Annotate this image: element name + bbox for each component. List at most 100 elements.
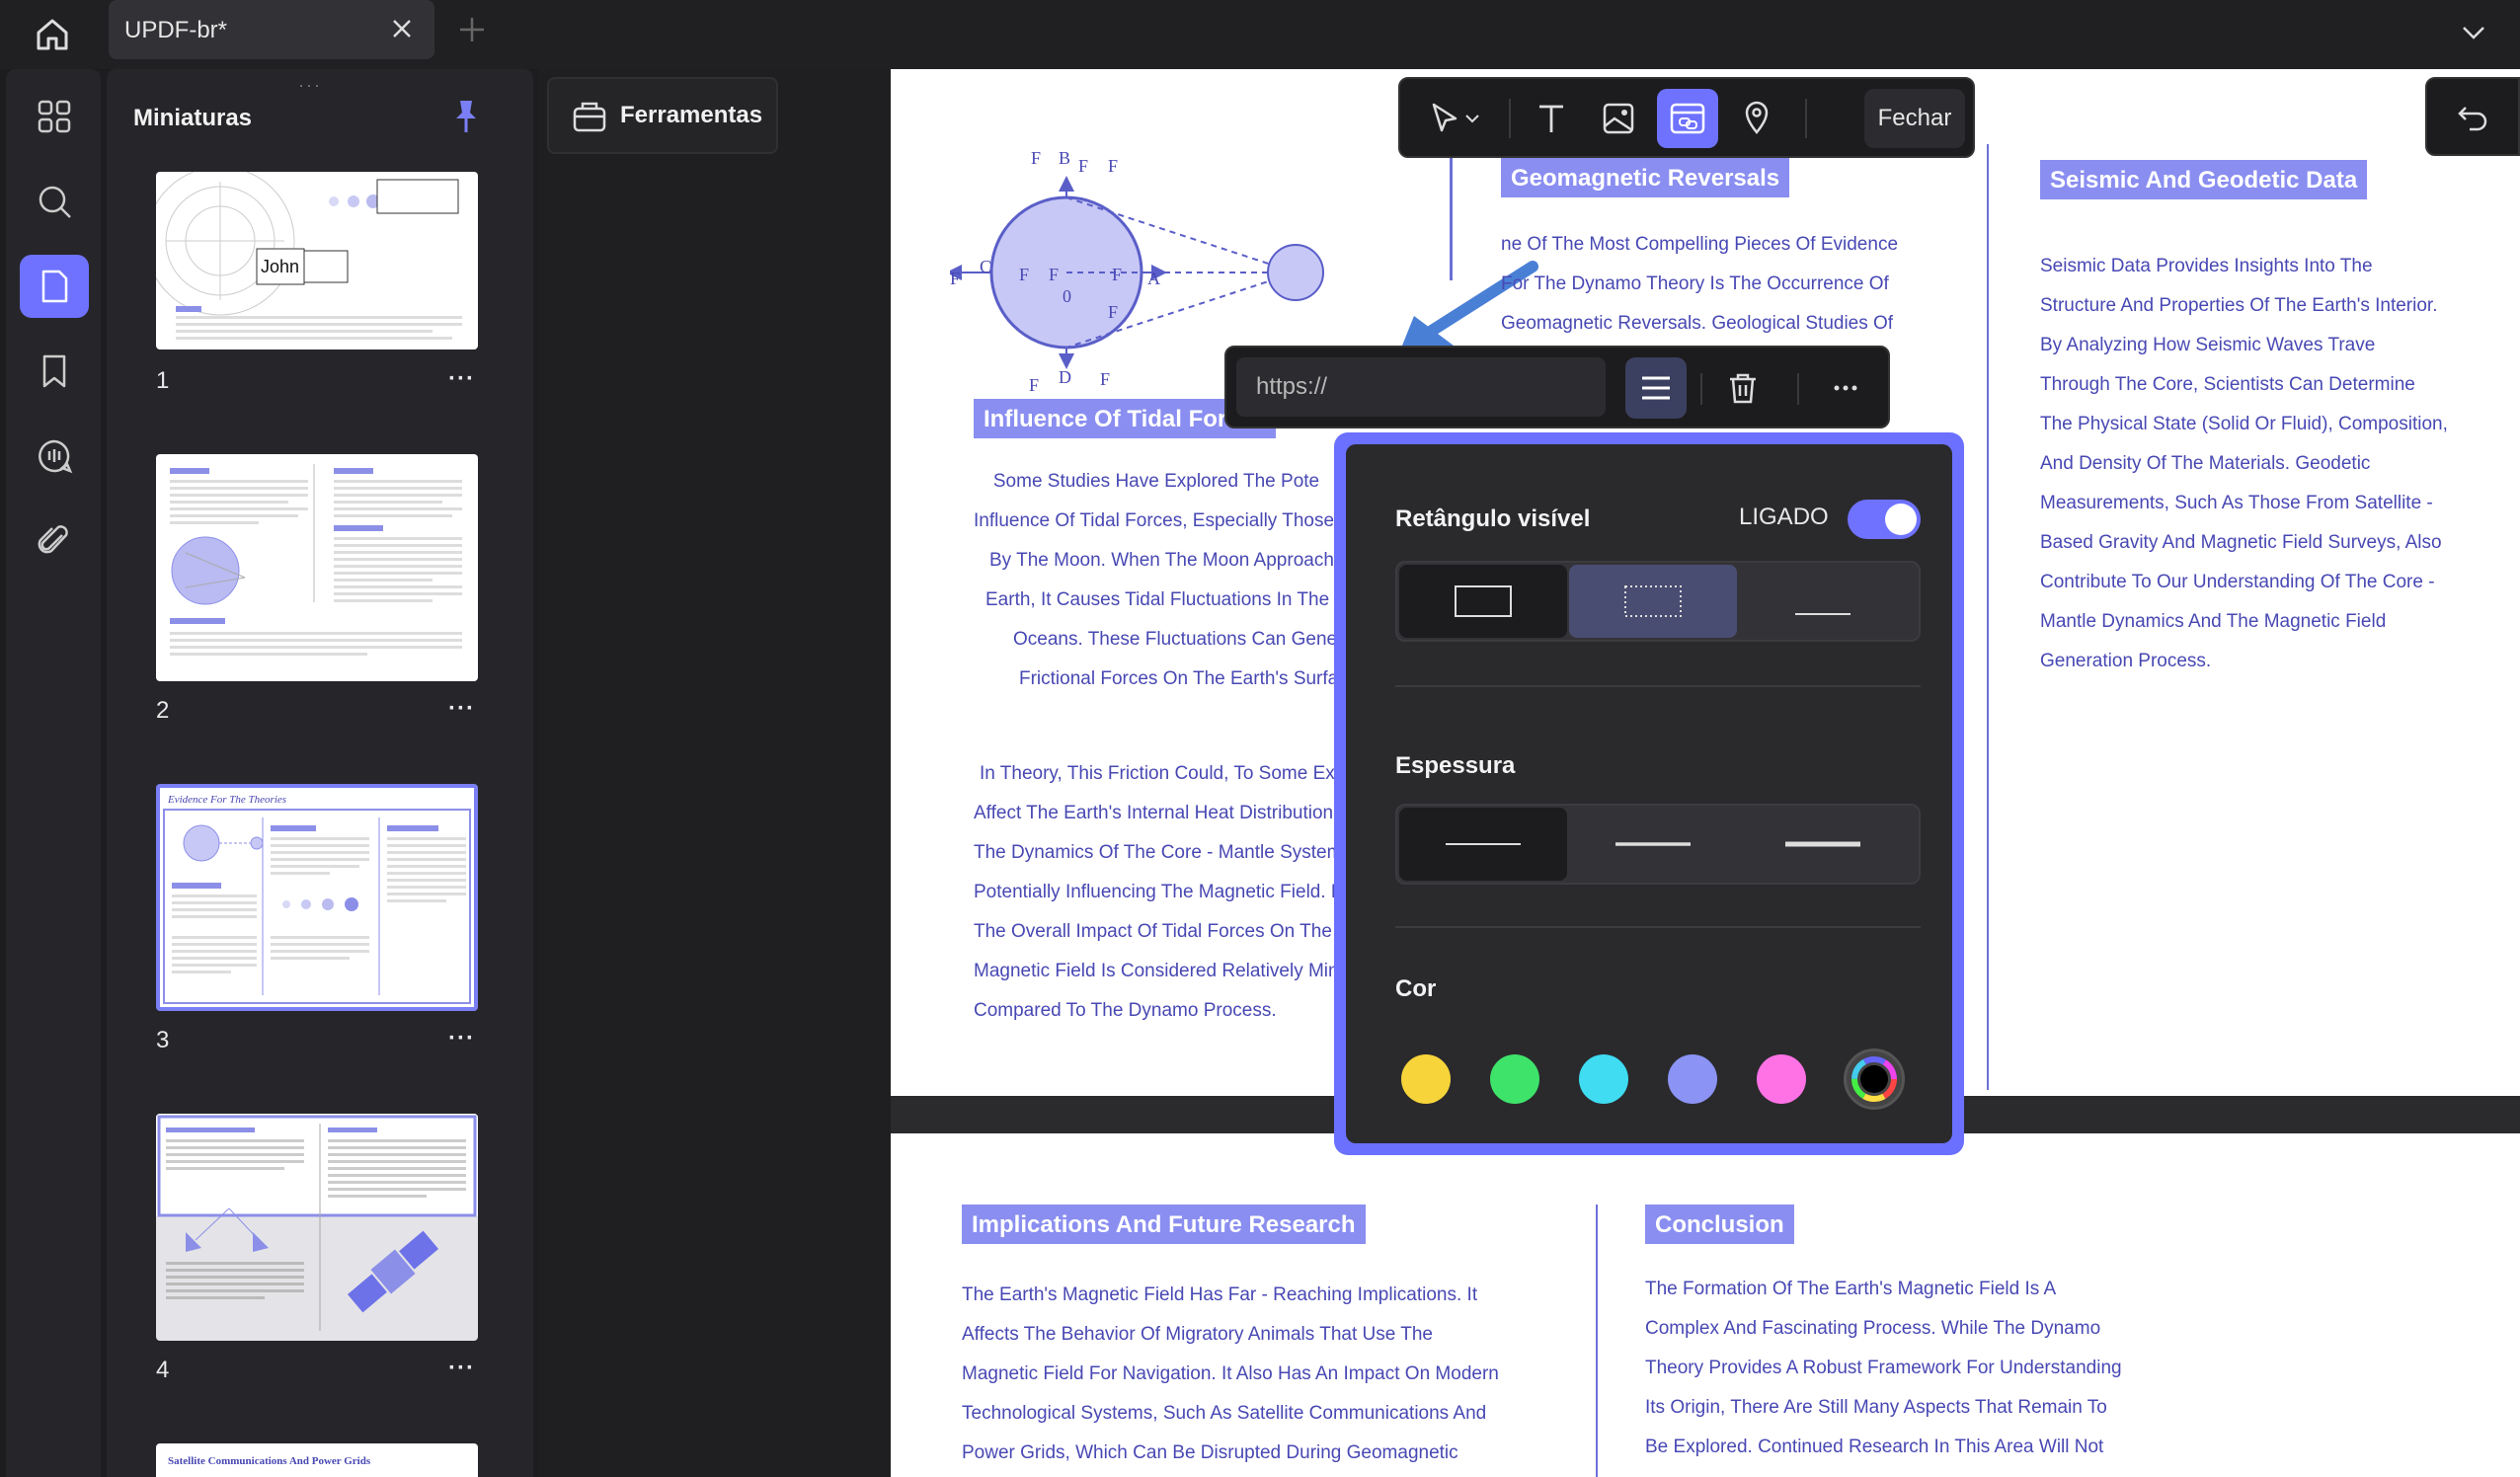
color-swatch-green[interactable] (1490, 1054, 1539, 1104)
thickness-thin-option[interactable] (1399, 808, 1567, 881)
diagram-label: F (1049, 265, 1059, 284)
link-style-popover: Retângulo visível LIGADO Espessura Cor (1334, 432, 1964, 1155)
text-line: ne Of The Most Compelling Pieces Of Evid… (1501, 234, 1899, 255)
diagram-label: D (1059, 367, 1071, 387)
text-line: By Analyzing How Seismic Waves Trave (2040, 335, 2376, 355)
image-icon (1603, 103, 1634, 134)
thumbnail-more-button[interactable]: ··· (448, 365, 475, 393)
document-tab[interactable]: UPDF-br* (109, 0, 434, 59)
toggle-state-label: LIGADO (1739, 504, 1829, 530)
section-heading: Conclusion (1645, 1205, 1794, 1244)
more-options-button[interactable] (1815, 357, 1876, 419)
thickness-medium-option[interactable] (1569, 808, 1737, 881)
section-heading: Geomagnetic Reversals (1501, 158, 1790, 197)
border-dashed-option[interactable] (1569, 565, 1737, 638)
text-line: The Physical State (Solid Or Fluid), Com… (2040, 414, 2448, 434)
color-swatch-cyan[interactable] (1579, 1054, 1628, 1104)
tools-label: Ferramentas (620, 102, 763, 128)
color-swatch-lavender[interactable] (1668, 1054, 1717, 1104)
tab-title: UPDF-br* (124, 17, 228, 43)
thumbnail-more-button[interactable]: ··· (448, 1025, 475, 1052)
undo-button[interactable] (2425, 77, 2520, 156)
border-solid-option[interactable] (1399, 565, 1567, 638)
sidebar-item-comments[interactable] (20, 425, 89, 488)
select-tool-button[interactable] (1412, 89, 1497, 148)
menu-lines-icon (1642, 376, 1670, 400)
divider (1395, 926, 1921, 928)
page-thumbnail-4[interactable] (156, 1114, 478, 1341)
text-line: Geomagnetic Reversals. Geological Studie… (1501, 313, 1894, 334)
comment-icon (39, 439, 73, 474)
thumbnail-header: Satellite Communications And Power Grids (168, 1455, 371, 1467)
properties-toggle-button[interactable] (1625, 357, 1687, 419)
visible-rect-toggle[interactable] (1848, 500, 1921, 539)
page-thumbnail-5[interactable]: Satellite Communications And Power Grids (156, 1443, 478, 1477)
location-link-button[interactable] (1726, 89, 1787, 148)
pdf-page: Implications And Future Research The Ear… (891, 1133, 2520, 1477)
sidebar-item-bookmarks[interactable] (20, 340, 89, 403)
tools-button[interactable]: Ferramentas (547, 77, 778, 154)
link-tool-button[interactable] (1657, 89, 1718, 148)
close-edit-button[interactable]: Fechar (1864, 89, 1965, 148)
thumbnail-page-number: 1 (156, 367, 170, 394)
page-icon (41, 270, 68, 303)
diagram-label: F (1029, 375, 1039, 395)
thumbnail-panel: ··· Miniaturas John 1 ··· 2 ··· Evidence… (107, 69, 533, 1477)
sidebar-item-search[interactable] (20, 170, 89, 233)
diagram-label: F (1108, 156, 1118, 176)
thumbnail-preview (156, 172, 462, 340)
text-line: Earth, It Causes Tidal Fluctuations In T… (985, 589, 1330, 610)
image-tool-button[interactable] (1588, 89, 1649, 148)
color-swatch-yellow[interactable] (1401, 1054, 1451, 1104)
url-input[interactable] (1236, 357, 1606, 417)
section-heading: Implications And Future Research (962, 1205, 1366, 1244)
text-line: Magnetic Field For Navigation. It Also H… (962, 1363, 1499, 1384)
diagram-label: F (1031, 148, 1041, 168)
text-line: By The Moon. When The Moon Approache (989, 550, 1339, 571)
diagram-label: A (1147, 269, 1160, 288)
location-icon (1745, 101, 1769, 134)
close-icon[interactable] (387, 14, 417, 43)
thick-line-icon (1785, 841, 1860, 847)
text-line: Magnetic Field Is Considered Relatively … (974, 961, 1339, 981)
color-label: Cor (1395, 975, 1437, 1002)
thumbnail-more-button[interactable]: ··· (448, 695, 475, 723)
chevron-down-icon[interactable] (2457, 16, 2490, 49)
color-swatch-pink[interactable] (1757, 1054, 1806, 1104)
home-button[interactable] (26, 8, 79, 61)
panel-grip[interactable]: ··· (298, 75, 322, 96)
sidebar-item-attachments[interactable] (20, 509, 89, 573)
delete-button[interactable] (1712, 357, 1773, 419)
title-bar: UPDF-br* (0, 0, 2520, 69)
thumbnail-preview (156, 1114, 478, 1331)
thumbnail-more-button[interactable]: ··· (448, 1355, 475, 1382)
page-thumbnail-2[interactable] (156, 454, 478, 681)
sidebar-item-apps[interactable] (20, 85, 89, 148)
text-line: Potentially Influencing The Magnetic Fie… (974, 882, 1339, 902)
text-tool-button[interactable] (1521, 89, 1582, 148)
thumbnail-page-number: 4 (156, 1357, 170, 1383)
text-line: Measurements, Such As Those From Satelli… (2040, 493, 2433, 513)
diagram-label: C (980, 257, 991, 276)
toolbar-separator (1797, 373, 1799, 405)
edit-toolbar: Fechar (1398, 77, 1975, 158)
plus-icon[interactable] (456, 14, 488, 45)
pin-icon[interactable] (446, 97, 486, 136)
thumbnail-page-number: 2 (156, 697, 170, 724)
page-thumbnail-1[interactable]: John (156, 172, 478, 350)
thickness-thick-option[interactable] (1739, 808, 1907, 881)
diagram-label: F (1078, 156, 1088, 176)
custom-color-button[interactable] (1844, 1049, 1905, 1110)
sidebar-item-thumbnails[interactable] (20, 255, 89, 318)
panel-title: Miniaturas (133, 105, 253, 131)
text-line: Structure And Properties Of The Earth's … (2040, 295, 2438, 316)
border-style-selector (1395, 561, 1921, 642)
text-line: The Earth's Magnetic Field Has Far - Rea… (962, 1284, 1478, 1305)
page-thumbnail-3[interactable]: Evidence For The Theories (156, 784, 478, 1011)
text-line: Seismic Data Provides Insights Into The (2040, 256, 2373, 276)
left-sidebar (6, 69, 101, 1477)
section-text: The Earth's Magnetic Field Has Far - Rea… (962, 1276, 1499, 1473)
border-underline-option[interactable] (1739, 565, 1907, 638)
tools-panel: Ferramentas (539, 69, 891, 1477)
trash-icon (1730, 373, 1756, 404)
